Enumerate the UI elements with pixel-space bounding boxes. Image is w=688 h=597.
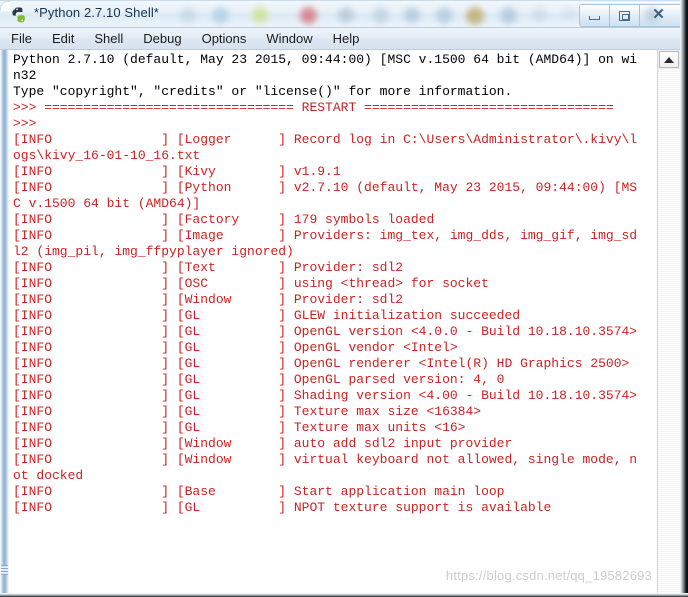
console-line: [INFO ] [GL ] Shading version <4.00 - Bu… bbox=[13, 388, 638, 403]
console-line: [INFO ] [GL ] OpenGL version <4.0.0 - Bu… bbox=[13, 324, 638, 339]
console-line: [INFO ] [GL ] Texture max units <16> bbox=[13, 420, 466, 435]
console-line: [INFO ] [GL ] GLEW initialization succee… bbox=[13, 308, 521, 323]
window-title: *Python 2.7.10 Shell* bbox=[34, 5, 159, 20]
bokeh-circle bbox=[372, 7, 389, 24]
console-line: Type "copyright", "credits" or "license(… bbox=[13, 84, 513, 99]
menu-item-options[interactable]: Options bbox=[202, 31, 257, 46]
console-line: C v.1500 64 bit (AMD64)] bbox=[13, 196, 201, 211]
shell-output-area[interactable]: Python 2.7.10 (default, May 23 2015, 09:… bbox=[9, 50, 656, 593]
menu-item-window[interactable]: Window bbox=[266, 31, 322, 46]
minimize-button[interactable] bbox=[580, 5, 610, 26]
bokeh-circle bbox=[404, 7, 420, 23]
console-line: [INFO ] [Window ] auto add sdl2 input pr… bbox=[13, 436, 513, 451]
scrollbar-track[interactable] bbox=[658, 69, 680, 593]
console-line: [INFO ] [GL ] OpenGL renderer <Intel(R) … bbox=[13, 356, 630, 371]
console-line: [INFO ] [Window ] Provider: sdl2 bbox=[13, 292, 404, 307]
window-controls: ✕ bbox=[579, 4, 682, 27]
maximize-icon bbox=[619, 11, 630, 21]
bokeh-circle bbox=[500, 7, 517, 24]
console-line: Python 2.7.10 (default, May 23 2015, 09:… bbox=[13, 52, 638, 67]
close-button[interactable]: ✕ bbox=[640, 5, 681, 26]
bokeh-circle bbox=[562, 7, 576, 21]
console-line: [INFO ] [Kivy ] v1.9.1 bbox=[13, 164, 341, 179]
console-line: ogs\kivy_16-01-10_16.txt bbox=[13, 148, 201, 163]
console-line: [INFO ] [Factory ] 179 symbols loaded bbox=[13, 212, 435, 227]
python-idle-icon bbox=[11, 6, 29, 24]
console-line: [INFO ] [Window ] virtual keyboard not a… bbox=[13, 452, 638, 467]
menu-item-debug[interactable]: Debug bbox=[143, 31, 191, 46]
menu-item-edit[interactable]: Edit bbox=[52, 31, 84, 46]
menu-item-help[interactable]: Help bbox=[333, 31, 370, 46]
maximize-button[interactable] bbox=[610, 5, 640, 26]
console-line: [INFO ] [Logger ] Record log in C:\Users… bbox=[13, 132, 638, 147]
bokeh-circle bbox=[180, 7, 196, 23]
console-line: n32 bbox=[13, 68, 37, 83]
console-line: [INFO ] [GL ] OpenGL vendor <Intel> bbox=[13, 340, 458, 355]
menu-item-shell[interactable]: Shell bbox=[94, 31, 133, 46]
window-left-border bbox=[0, 50, 9, 597]
menu-bar: File Edit Shell Debug Options Window Help bbox=[0, 28, 688, 50]
console-line: >>> ================================ RES… bbox=[13, 100, 614, 115]
vertical-scrollbar[interactable] bbox=[657, 50, 680, 593]
bokeh-circle bbox=[532, 7, 547, 22]
console-line: l2 (img_pil, img_ffpyplayer ignored) bbox=[13, 244, 294, 259]
bokeh-circle bbox=[212, 7, 229, 24]
minimize-icon bbox=[589, 16, 600, 20]
console-line: [INFO ] [Base ] Start application main l… bbox=[13, 484, 505, 499]
console-line: [INFO ] [GL ] OpenGL parsed version: 4, … bbox=[13, 372, 505, 387]
window-corner bbox=[0, 1, 10, 11]
bokeh-circle bbox=[300, 7, 317, 24]
console-line: [INFO ] [GL ] NPOT texture support is av… bbox=[13, 500, 552, 515]
console-line: [INFO ] [Python ] v2.7.10 (default, May … bbox=[13, 180, 638, 195]
console-line: [INFO ] [Text ] Provider: sdl2 bbox=[13, 260, 404, 275]
menu-item-list: File Edit Shell Debug Options Window Help bbox=[0, 28, 688, 49]
title-bar[interactable]: *Python 2.7.10 Shell* ✕ bbox=[0, 0, 688, 28]
console-line: [INFO ] [OSC ] using <thread> for socket bbox=[13, 276, 489, 291]
window-right-border bbox=[680, 0, 688, 597]
console-line: [INFO ] [GL ] Texture max size <16384> bbox=[13, 404, 482, 419]
window-bottom-border bbox=[0, 593, 688, 597]
shell-text-content: Python 2.7.10 (default, May 23 2015, 09:… bbox=[9, 50, 656, 516]
console-line: >>> bbox=[13, 116, 45, 131]
bokeh-circle bbox=[338, 7, 354, 23]
scroll-up-arrow-icon bbox=[664, 57, 674, 63]
console-line: ot docked bbox=[13, 468, 84, 483]
close-icon: ✕ bbox=[652, 6, 665, 23]
resize-grip[interactable] bbox=[1, 565, 8, 575]
bokeh-circle bbox=[436, 7, 453, 24]
bokeh-circle bbox=[466, 7, 484, 25]
scrollbar-up-button[interactable] bbox=[659, 51, 679, 68]
bokeh-circle bbox=[252, 7, 268, 23]
menu-item-file[interactable]: File bbox=[11, 31, 42, 46]
python-shell-window: *Python 2.7.10 Shell* ✕ File Edit Shell Deb… bbox=[0, 0, 688, 597]
console-line: [INFO ] [Image ] Providers: img_tex, img… bbox=[13, 228, 638, 243]
